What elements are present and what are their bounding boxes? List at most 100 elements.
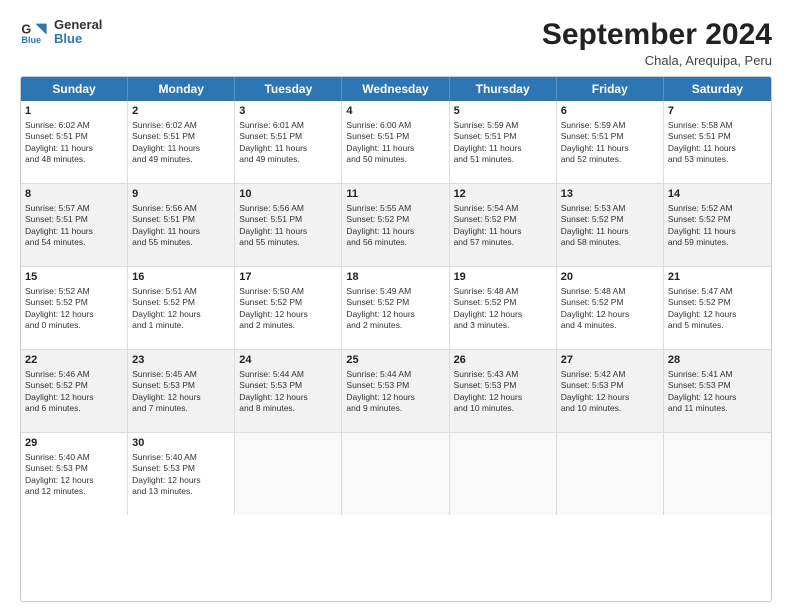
day-info: Sunset: 5:53 PM [561, 380, 659, 391]
day-info: Daylight: 11 hours [561, 143, 659, 154]
day-info: Sunset: 5:51 PM [132, 214, 230, 225]
calendar-week-3: 15Sunrise: 5:52 AMSunset: 5:52 PMDayligh… [21, 267, 771, 350]
day-info: Daylight: 11 hours [454, 143, 552, 154]
calendar-cell: 25Sunrise: 5:44 AMSunset: 5:53 PMDayligh… [342, 350, 449, 432]
day-info: Sunset: 5:51 PM [239, 131, 337, 142]
day-info: and 51 minutes. [454, 154, 552, 165]
day-info: Sunrise: 5:49 AM [346, 286, 444, 297]
calendar-cell: 7Sunrise: 5:58 AMSunset: 5:51 PMDaylight… [664, 101, 771, 183]
day-number: 6 [561, 104, 659, 119]
day-info: and 10 minutes. [561, 403, 659, 414]
calendar-cell: 21Sunrise: 5:47 AMSunset: 5:52 PMDayligh… [664, 267, 771, 349]
day-info: Daylight: 11 hours [668, 226, 767, 237]
calendar-cell: 16Sunrise: 5:51 AMSunset: 5:52 PMDayligh… [128, 267, 235, 349]
day-info: and 55 minutes. [132, 237, 230, 248]
calendar-cell: 17Sunrise: 5:50 AMSunset: 5:52 PMDayligh… [235, 267, 342, 349]
day-info: Sunrise: 5:51 AM [132, 286, 230, 297]
day-info: Sunset: 5:52 PM [561, 214, 659, 225]
header-sunday: Sunday [21, 77, 128, 101]
day-info: and 6 minutes. [25, 403, 123, 414]
day-info: Sunrise: 5:42 AM [561, 369, 659, 380]
day-info: Sunrise: 5:52 AM [668, 203, 767, 214]
day-info: and 49 minutes. [132, 154, 230, 165]
day-number: 3 [239, 104, 337, 119]
day-info: and 1 minute. [132, 320, 230, 331]
day-info: Daylight: 12 hours [454, 392, 552, 403]
calendar-cell [342, 433, 449, 515]
calendar-cell: 13Sunrise: 5:53 AMSunset: 5:52 PMDayligh… [557, 184, 664, 266]
header-wednesday: Wednesday [342, 77, 449, 101]
day-info: Sunset: 5:51 PM [668, 131, 767, 142]
day-number: 18 [346, 270, 444, 285]
calendar-week-5: 29Sunrise: 5:40 AMSunset: 5:53 PMDayligh… [21, 433, 771, 515]
day-number: 20 [561, 270, 659, 285]
day-number: 29 [25, 436, 123, 451]
calendar-cell: 26Sunrise: 5:43 AMSunset: 5:53 PMDayligh… [450, 350, 557, 432]
day-info: Sunset: 5:52 PM [668, 214, 767, 225]
day-info: Daylight: 12 hours [346, 309, 444, 320]
logo-line1: General [54, 18, 102, 32]
day-info: and 52 minutes. [561, 154, 659, 165]
day-info: and 50 minutes. [346, 154, 444, 165]
day-info: Daylight: 11 hours [25, 226, 123, 237]
day-info: Sunset: 5:52 PM [668, 297, 767, 308]
day-number: 24 [239, 353, 337, 368]
day-info: Daylight: 12 hours [132, 392, 230, 403]
day-info: and 3 minutes. [454, 320, 552, 331]
day-info: and 57 minutes. [454, 237, 552, 248]
logo-text: General Blue [54, 18, 102, 47]
day-info: and 11 minutes. [668, 403, 767, 414]
day-info: Daylight: 12 hours [561, 392, 659, 403]
day-info: Daylight: 12 hours [561, 309, 659, 320]
day-info: Daylight: 11 hours [25, 143, 123, 154]
day-info: and 9 minutes. [346, 403, 444, 414]
day-number: 13 [561, 187, 659, 202]
svg-text:G: G [21, 23, 31, 37]
calendar-cell: 3Sunrise: 6:01 AMSunset: 5:51 PMDaylight… [235, 101, 342, 183]
day-info: Daylight: 11 hours [454, 226, 552, 237]
day-info: Daylight: 12 hours [454, 309, 552, 320]
day-info: Daylight: 11 hours [668, 143, 767, 154]
day-number: 22 [25, 353, 123, 368]
day-info: Sunrise: 5:47 AM [668, 286, 767, 297]
day-info: and 59 minutes. [668, 237, 767, 248]
logo-icon: G Blue [20, 18, 48, 46]
day-info: and 58 minutes. [561, 237, 659, 248]
day-info: Sunset: 5:52 PM [239, 297, 337, 308]
day-info: Sunset: 5:53 PM [454, 380, 552, 391]
day-info: Sunrise: 5:46 AM [25, 369, 123, 380]
day-info: Sunrise: 5:54 AM [454, 203, 552, 214]
day-info: and 0 minutes. [25, 320, 123, 331]
day-info: Sunrise: 5:52 AM [25, 286, 123, 297]
day-info: Sunset: 5:53 PM [668, 380, 767, 391]
day-info: and 10 minutes. [454, 403, 552, 414]
day-info: and 56 minutes. [346, 237, 444, 248]
calendar-cell: 20Sunrise: 5:48 AMSunset: 5:52 PMDayligh… [557, 267, 664, 349]
calendar-cell: 15Sunrise: 5:52 AMSunset: 5:52 PMDayligh… [21, 267, 128, 349]
day-info: Daylight: 12 hours [25, 392, 123, 403]
calendar-cell [235, 433, 342, 515]
day-info: Sunset: 5:51 PM [25, 214, 123, 225]
day-info: Sunset: 5:52 PM [25, 380, 123, 391]
day-info: Sunset: 5:51 PM [25, 131, 123, 142]
day-info: Sunrise: 5:53 AM [561, 203, 659, 214]
svg-text:Blue: Blue [21, 35, 41, 45]
day-info: and 2 minutes. [346, 320, 444, 331]
logo-line2: Blue [54, 32, 102, 46]
day-info: Sunrise: 5:56 AM [239, 203, 337, 214]
day-info: Daylight: 12 hours [239, 309, 337, 320]
calendar-week-2: 8Sunrise: 5:57 AMSunset: 5:51 PMDaylight… [21, 184, 771, 267]
day-info: Sunrise: 5:44 AM [239, 369, 337, 380]
day-number: 10 [239, 187, 337, 202]
calendar-header: Sunday Monday Tuesday Wednesday Thursday… [21, 77, 771, 101]
day-number: 28 [668, 353, 767, 368]
header-monday: Monday [128, 77, 235, 101]
logo: G Blue General Blue [20, 18, 102, 47]
day-info: and 8 minutes. [239, 403, 337, 414]
day-info: Sunrise: 5:59 AM [561, 120, 659, 131]
day-info: Sunset: 5:53 PM [346, 380, 444, 391]
day-number: 11 [346, 187, 444, 202]
calendar-cell: 30Sunrise: 5:40 AMSunset: 5:53 PMDayligh… [128, 433, 235, 515]
day-info: Daylight: 12 hours [668, 309, 767, 320]
day-number: 4 [346, 104, 444, 119]
